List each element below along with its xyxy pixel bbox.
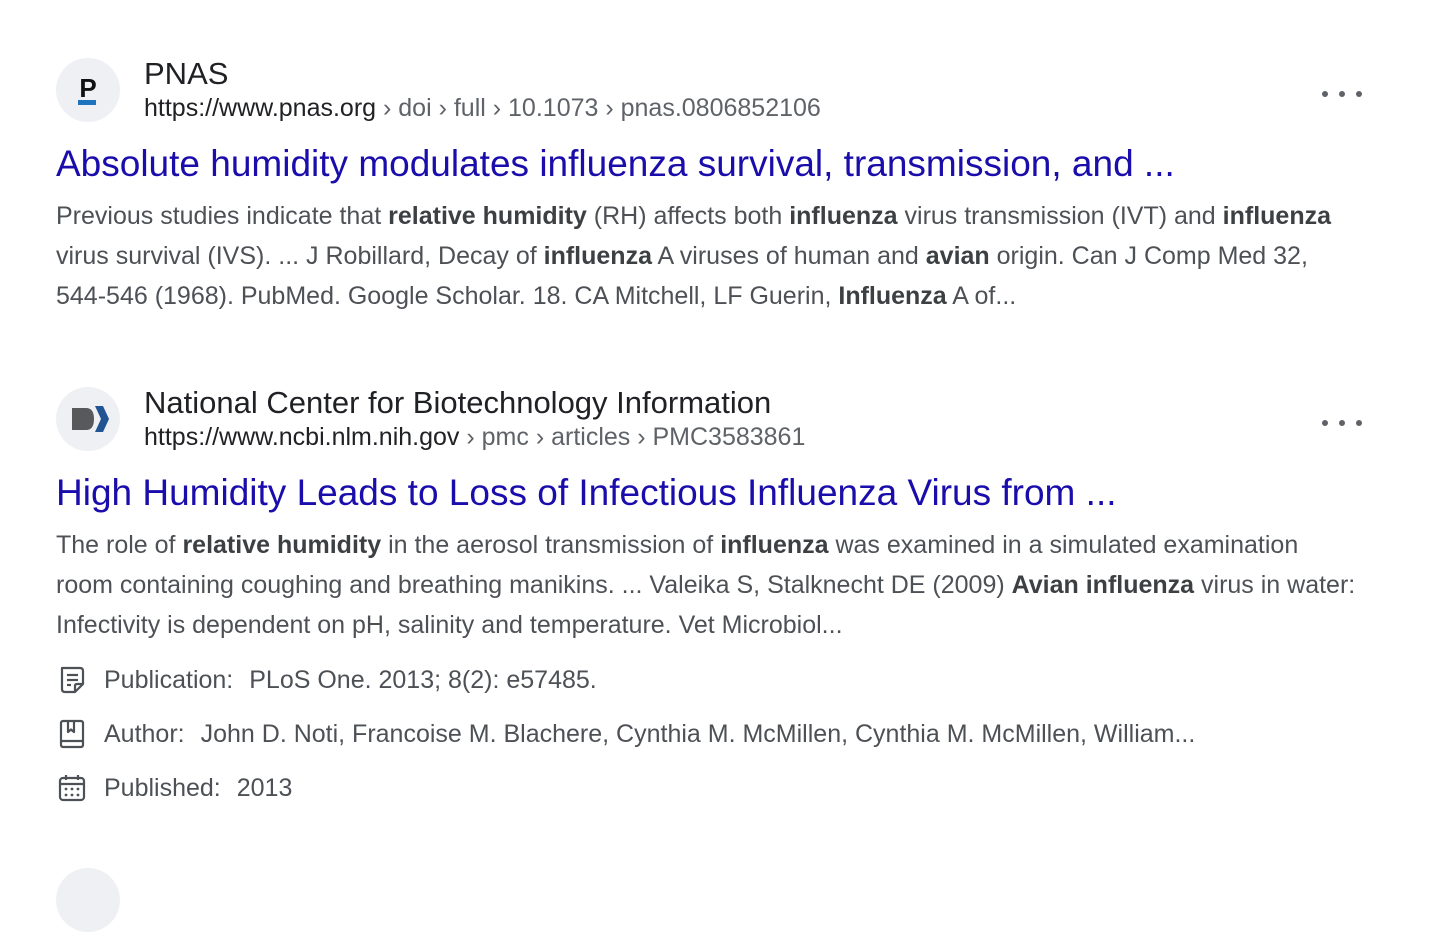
publication-row: Publication: PLoS One. 2013; 8(2): e5748…	[56, 653, 1366, 707]
snippet-highlight: influenza	[789, 202, 898, 230]
search-result: P PNAS https://www.pnas.org › doi › full…	[56, 56, 1366, 316]
result-url[interactable]: https://www.ncbi.nlm.nih.gov › pmc › art…	[144, 421, 805, 453]
publication-label: Publication:	[104, 665, 234, 694]
snippet-highlight: influenza	[720, 531, 829, 559]
ncbi-logo-icon	[72, 406, 109, 432]
published-label: Published:	[104, 773, 221, 802]
published-value: 2013	[236, 773, 293, 802]
more-options-icon[interactable]	[1322, 413, 1362, 433]
calendar-icon	[58, 775, 86, 802]
ncbi-favicon-icon[interactable]	[56, 387, 120, 451]
snippet-text: A of...	[946, 282, 1017, 310]
result-header: National Center for Biotechnology Inform…	[56, 385, 1366, 453]
favicon-letter: P	[79, 73, 96, 103]
snippet-text: A viruses of human and	[651, 242, 926, 270]
snippet-highlight: relative humidity	[182, 531, 382, 559]
snippet-text: The role of	[56, 531, 183, 559]
snippet-text: Previous studies indicate that	[56, 202, 389, 230]
url-domain: https://www.pnas.org	[144, 94, 377, 122]
pnas-logo-icon: P	[78, 73, 97, 105]
snippet-highlight: Influenza	[838, 282, 947, 310]
url-breadcrumbs: › pmc › articles › PMC3583861	[459, 423, 806, 451]
snippet-text: in the aerosol transmission of	[381, 531, 721, 559]
result-header: P PNAS https://www.pnas.org › doi › full…	[56, 56, 1366, 124]
snippet-text: (RH) affects both	[586, 202, 790, 230]
publication-value: PLoS One. 2013; 8(2): e57485.	[249, 665, 597, 694]
snippet-highlight: Avian influenza	[1011, 571, 1195, 599]
more-options-icon[interactable]	[1322, 84, 1362, 104]
document-icon	[60, 666, 85, 694]
url-breadcrumbs: › doi › full › 10.1073 › pnas.0806852106	[376, 94, 821, 122]
author-label: Author:	[104, 719, 185, 748]
result-url[interactable]: https://www.pnas.org › doi › full › 10.1…	[144, 92, 821, 124]
result-snippet: Previous studies indicate that relative …	[56, 196, 1356, 316]
url-domain: https://www.ncbi.nlm.nih.gov	[144, 423, 460, 451]
snippet-highlight: influenza	[1222, 202, 1331, 230]
result-title-link[interactable]: Absolute humidity modulates influenza su…	[56, 142, 1366, 186]
result-title-link[interactable]: High Humidity Leads to Loss of Infectiou…	[56, 471, 1366, 515]
result-metadata: Publication: PLoS One. 2013; 8(2): e5748…	[56, 653, 1366, 815]
search-result: National Center for Biotechnology Inform…	[56, 385, 1366, 815]
snippet-highlight: relative humidity	[388, 202, 587, 230]
snippet-highlight: avian	[925, 242, 990, 270]
snippet-highlight: influenza	[543, 242, 652, 270]
snippet-text: virus survival (IVS). ... J Robillard, D…	[56, 242, 544, 270]
result-snippet: The role of relative humidity in the aer…	[56, 525, 1356, 645]
author-value: John D. Noti, Francoise M. Blachere, Cyn…	[200, 719, 1196, 748]
site-name[interactable]: National Center for Biotechnology Inform…	[144, 385, 771, 421]
next-result-favicon-icon[interactable]	[56, 868, 120, 932]
site-name[interactable]: PNAS	[144, 56, 228, 92]
pnas-favicon-icon[interactable]: P	[56, 58, 120, 122]
book-icon	[59, 719, 85, 749]
snippet-text: virus transmission (IVT) and	[897, 202, 1223, 230]
published-row: Published: 2013	[56, 761, 1366, 815]
author-row: Author: John D. Noti, Francoise M. Blach…	[56, 707, 1366, 761]
